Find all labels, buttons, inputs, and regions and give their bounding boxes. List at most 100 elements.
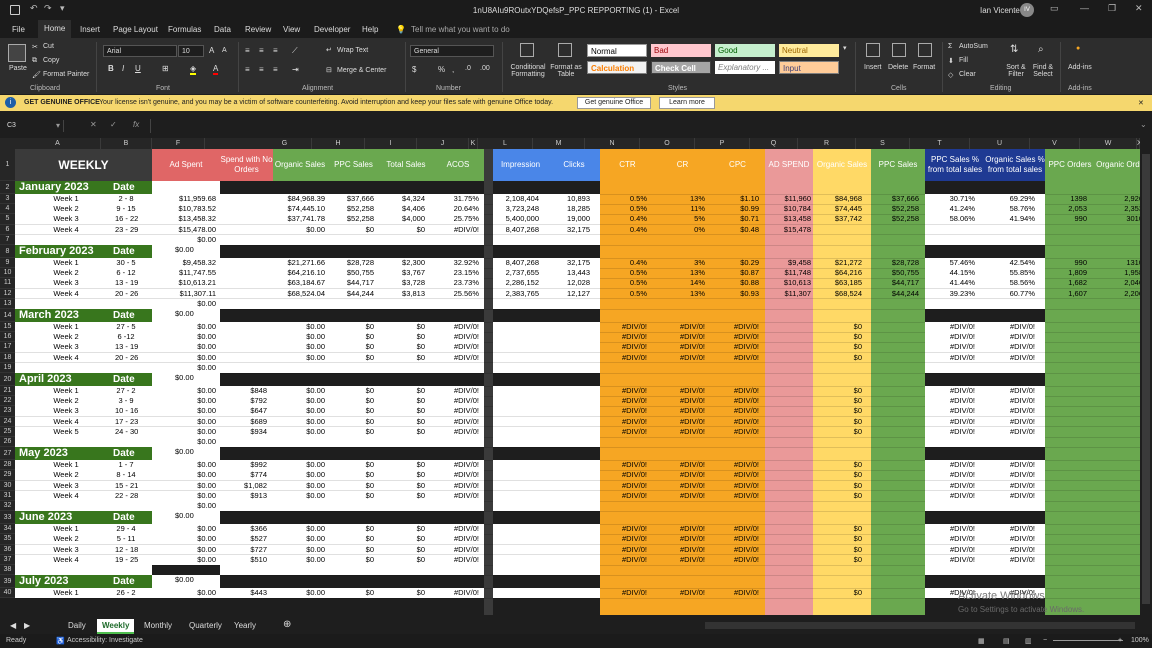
f-cell[interactable]: $0.00	[159, 501, 216, 511]
column-header[interactable]: J	[417, 138, 469, 149]
date-label[interactable]: Date	[113, 447, 141, 460]
a-cell[interactable]: Week 2	[15, 534, 117, 544]
j-cell[interactable]: $0	[383, 427, 425, 437]
o-cell[interactable]: #DIV/0!	[605, 342, 647, 352]
k-cell[interactable]: 31.75%	[435, 194, 479, 204]
v-cell[interactable]: #DIV/0!	[991, 460, 1035, 470]
v-cell[interactable]: #DIV/0!	[991, 417, 1035, 427]
q-cell[interactable]: $0.88	[715, 278, 759, 288]
g-cell[interactable]: $510	[225, 555, 267, 565]
b-cell[interactable]: 6 - 12	[115, 268, 137, 278]
ad-spent-cell[interactable]: $0.00	[175, 309, 194, 319]
b-cell[interactable]: 24 - 30	[115, 427, 138, 437]
u-cell[interactable]: 58.06%	[931, 214, 975, 224]
nn-cell[interactable]: 19,000	[550, 214, 590, 224]
k-cell[interactable]: #DIV/0!	[435, 353, 479, 363]
tab-monthly[interactable]: Monthly	[144, 621, 172, 630]
row-header[interactable]: 36	[0, 544, 15, 555]
ad-spent-cell[interactable]: $0.00	[175, 373, 194, 383]
menu-review[interactable]: Review	[245, 25, 271, 34]
a-cell[interactable]: Week 2	[15, 268, 117, 278]
month-label[interactable]: February 2023	[19, 245, 119, 258]
p-cell[interactable]: #DIV/0!	[660, 545, 705, 555]
f-cell[interactable]: $0.00	[159, 545, 216, 555]
column-header[interactable]: M	[533, 138, 585, 149]
r-cell[interactable]: $11,748	[773, 268, 811, 278]
s-cell[interactable]: $0	[820, 470, 862, 480]
j-cell[interactable]: $0	[383, 524, 425, 534]
h-cell[interactable]: $0.00	[277, 322, 325, 332]
q-cell[interactable]: #DIV/0!	[715, 534, 759, 544]
f-cell[interactable]: $10,613.21	[159, 278, 216, 288]
b-cell[interactable]: 3 - 9	[115, 396, 137, 406]
m-cell[interactable]: 8,407,268	[495, 258, 539, 268]
zoom-in-icon[interactable]: +	[1118, 637, 1122, 644]
insert-cells-icon[interactable]	[866, 43, 880, 57]
row-header[interactable]: 3	[0, 194, 15, 205]
insert-function-icon[interactable]: fx	[133, 120, 139, 129]
style-bad[interactable]: Bad	[651, 44, 711, 57]
k-cell[interactable]: #DIV/0!	[435, 427, 479, 437]
name-box[interactable]: C3	[4, 120, 64, 132]
f-cell[interactable]: $0.00	[159, 406, 216, 416]
o-cell[interactable]: 0.4%	[605, 214, 647, 224]
b-cell[interactable]: 9 - 15	[115, 204, 137, 214]
menu-file[interactable]: File	[12, 25, 25, 34]
h-cell[interactable]: $0.00	[277, 427, 325, 437]
w-cell[interactable]: 1398	[1053, 194, 1087, 204]
p-cell[interactable]: 13%	[660, 194, 705, 204]
style-neutral[interactable]: Neutral	[779, 44, 839, 57]
a-cell[interactable]: Week 4	[15, 555, 117, 565]
p-cell[interactable]: #DIV/0!	[660, 322, 705, 332]
j-cell[interactable]: $2,300	[383, 258, 425, 268]
v-cell[interactable]: 60.77%	[991, 289, 1035, 299]
p-cell[interactable]: 13%	[660, 268, 705, 278]
r-cell[interactable]: $11,960	[773, 194, 811, 204]
p-cell[interactable]: #DIV/0!	[660, 406, 705, 416]
f-cell[interactable]: $0.00	[159, 524, 216, 534]
scroll-thumb[interactable]	[1142, 154, 1150, 604]
row-header[interactable]: 5	[0, 214, 15, 225]
b-cell[interactable]: 1 - 7	[115, 460, 137, 470]
currency-icon[interactable]: $	[412, 65, 416, 74]
i-cell[interactable]: $0	[330, 460, 374, 470]
row-header[interactable]: 10	[0, 268, 15, 279]
s-cell[interactable]: $0	[820, 481, 862, 491]
column-header[interactable]: Q	[750, 138, 798, 149]
t-cell[interactable]: $37,666	[877, 194, 919, 204]
f-cell[interactable]: $11,307.11	[159, 289, 216, 299]
v-cell[interactable]: 55.85%	[991, 268, 1035, 278]
g-cell[interactable]: $992	[225, 460, 267, 470]
u-cell[interactable]: #DIV/0!	[931, 481, 975, 491]
o-cell[interactable]: #DIV/0!	[605, 588, 647, 598]
a-cell[interactable]: Week 4	[15, 289, 117, 299]
s-cell[interactable]: $63,185	[820, 278, 862, 288]
q-cell[interactable]: #DIV/0!	[715, 353, 759, 363]
g-cell[interactable]: $774	[225, 470, 267, 480]
number-format-select[interactable]: General	[410, 45, 494, 57]
k-cell[interactable]: #DIV/0!	[435, 386, 479, 396]
column-header[interactable]: R	[798, 138, 856, 149]
row-header[interactable]: 28	[0, 460, 15, 471]
u-cell[interactable]: 30.71%	[931, 194, 975, 204]
t-cell[interactable]: $52,258	[877, 204, 919, 214]
s-cell[interactable]: $84,968	[820, 194, 862, 204]
b-cell[interactable]: 26 - 2	[115, 588, 137, 598]
b-cell[interactable]: 27 - 2	[115, 386, 137, 396]
infobar-close-icon[interactable]: ✕	[1138, 99, 1144, 107]
i-cell[interactable]: $0	[330, 322, 374, 332]
menu-insert[interactable]: Insert	[80, 25, 100, 34]
j-cell[interactable]: $0	[383, 417, 425, 427]
b-cell[interactable]: 23 - 29	[115, 225, 138, 235]
k-cell[interactable]: 25.56%	[435, 289, 479, 299]
f-cell[interactable]: $15,478.00	[159, 225, 216, 235]
percent-icon[interactable]: %	[438, 65, 445, 74]
date-label[interactable]: Date	[113, 373, 141, 386]
o-cell[interactable]: #DIV/0!	[605, 545, 647, 555]
o-cell[interactable]: 0.4%	[605, 258, 647, 268]
a-cell[interactable]: Week 2	[15, 204, 117, 214]
style-check-cell[interactable]: Check Cell	[651, 61, 711, 74]
user-name[interactable]: Ian Vicente	[980, 6, 1020, 15]
v-cell[interactable]: #DIV/0!	[991, 332, 1035, 342]
f-cell[interactable]: $0.00	[159, 235, 216, 245]
